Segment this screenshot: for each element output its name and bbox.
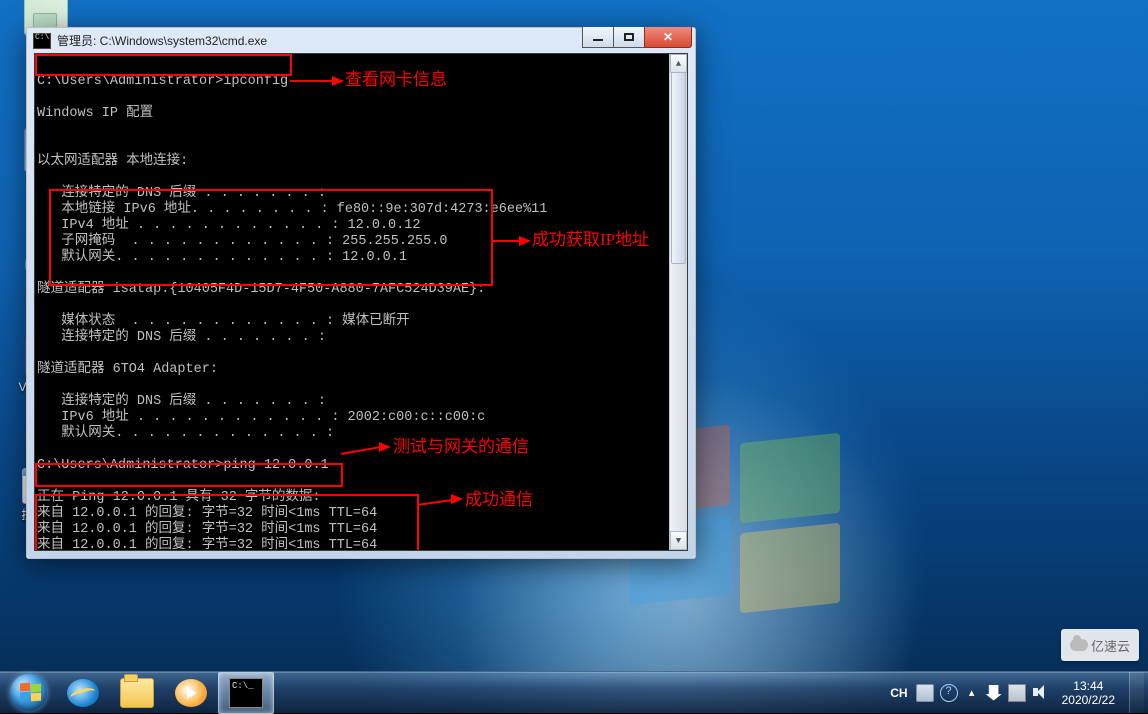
media-player-icon <box>175 679 207 707</box>
explorer-icon <box>120 678 154 708</box>
ime-indicator[interactable]: CH <box>888 686 909 700</box>
taskbar: CH ? ▴ 13:44 2020/2/22 <box>0 671 1148 713</box>
taskbar-cmd[interactable] <box>218 672 274 714</box>
ie-icon <box>67 679 99 707</box>
cloud-icon <box>1070 639 1088 651</box>
taskbar-media-player[interactable] <box>164 673 218 713</box>
scroll-down-button[interactable]: ▼ <box>670 531 687 550</box>
taskbar-ie[interactable] <box>56 673 110 713</box>
arrow-line <box>491 240 521 242</box>
arrow-head-icon <box>451 494 463 504</box>
tray-chevron-icon[interactable]: ▴ <box>964 685 980 701</box>
annotation-box-ip-details <box>49 189 493 286</box>
titlebar[interactable]: 管理员: C:\Windows\system32\cmd.exe <box>27 28 695 53</box>
watermark: 亿速云 <box>1061 629 1139 661</box>
scrollbar[interactable]: ▲ ▼ <box>669 54 687 550</box>
clock-date: 2020/2/22 <box>1062 693 1115 707</box>
arrow-head-icon <box>379 442 391 452</box>
annotation-test-gw: 测试与网关的通信 <box>393 439 529 455</box>
annotation-view-nic-info: 查看网卡信息 <box>345 72 447 88</box>
annotation-got-ip: 成功获取IP地址 <box>532 232 649 248</box>
close-button[interactable] <box>644 27 692 48</box>
help-icon[interactable]: ? <box>940 684 958 702</box>
volume-icon[interactable] <box>1032 685 1048 701</box>
annotation-box-ping-replies <box>35 494 419 551</box>
cmd-icon <box>33 33 51 49</box>
ime-keyboard-icon[interactable] <box>916 684 934 702</box>
maximize-button[interactable] <box>613 27 645 48</box>
scroll-up-button[interactable]: ▲ <box>670 54 687 73</box>
start-orb-icon <box>10 674 47 711</box>
watermark-text: 亿速云 <box>1091 636 1130 655</box>
network-tray-icon[interactable] <box>1008 684 1026 702</box>
arrow-line <box>290 80 334 82</box>
cmd-window: 管理员: C:\Windows\system32\cmd.exe C:\User… <box>26 27 696 559</box>
system-tray: CH ? ▴ 13:44 2020/2/22 <box>888 672 1148 713</box>
clock-time: 13:44 <box>1062 679 1115 693</box>
scroll-thumb[interactable] <box>671 72 686 264</box>
window-title: 管理员: C:\Windows\system32\cmd.exe <box>57 32 267 49</box>
clock[interactable]: 13:44 2020/2/22 <box>1054 679 1123 707</box>
arrow-head-icon <box>332 76 344 86</box>
arrow-head-icon <box>519 236 531 246</box>
minimize-button[interactable] <box>582 27 614 48</box>
taskbar-explorer[interactable] <box>110 673 164 713</box>
show-desktop-button[interactable] <box>1129 672 1144 713</box>
terminal-client-area[interactable]: C:\Users\Administrator>ipconfig Windows … <box>34 53 688 551</box>
cmd-icon <box>229 678 263 708</box>
annotation-ping-success: 成功通信 <box>465 492 533 508</box>
action-center-icon[interactable] <box>986 685 1002 701</box>
start-button[interactable] <box>0 672 56 713</box>
annotation-box-ipconfig <box>35 54 292 76</box>
annotation-box-ping-cmd <box>35 463 343 487</box>
